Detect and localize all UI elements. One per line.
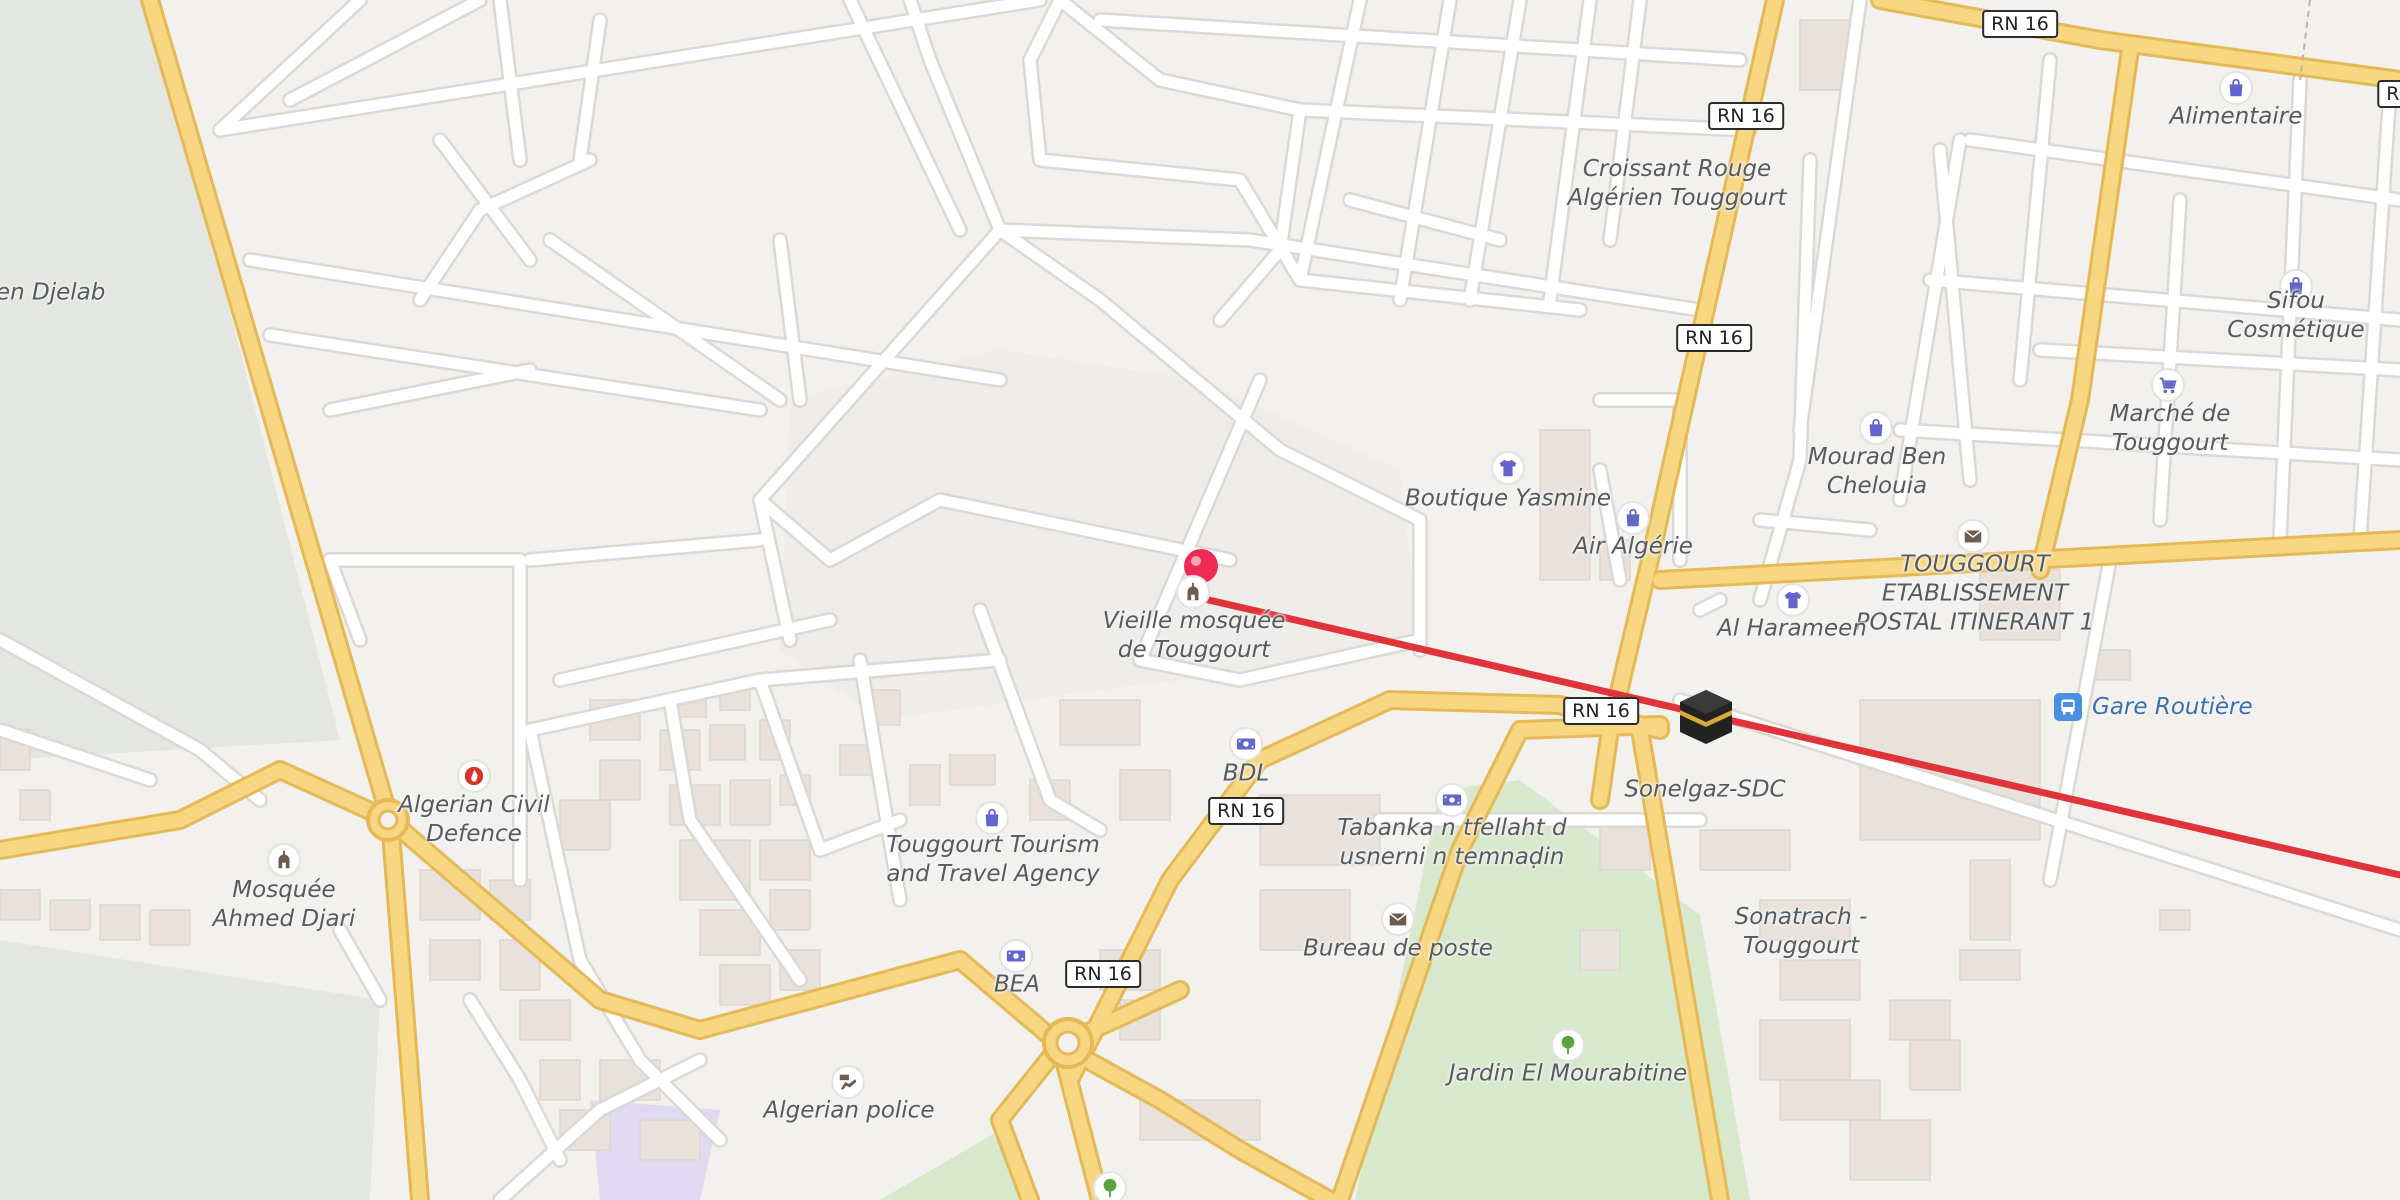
bank-icon[interactable] (1229, 727, 1263, 761)
mosque-icon[interactable] (267, 843, 301, 877)
shopping-bag-icon[interactable] (1859, 411, 1893, 445)
place-label: TOUGGOURT ETABLISSEMENT POSTAL ITINERANT… (1855, 551, 2095, 636)
road-shield: RN (2377, 80, 2400, 108)
road-shield: RN 16 (1065, 960, 1141, 988)
place-label: Marché de Touggourt (2109, 401, 2231, 456)
fire-station-icon[interactable] (457, 759, 491, 793)
place-label: Vieille mosquée de Touggourt (1102, 608, 1286, 663)
road-shield: RN 16 (1676, 324, 1752, 352)
place-label: BDL (1222, 760, 1270, 787)
place-label: BEA (993, 971, 1041, 998)
place-label: Tabanka n tfellaht d usnerni n temnaḍin (1337, 815, 1567, 870)
place-label: Sonatrach - Touggourt (1734, 904, 1868, 959)
bank-icon[interactable] (999, 939, 1033, 973)
place-label: Algerian Civil Defence (398, 792, 550, 847)
place-label: Bureau de poste (1303, 935, 1493, 962)
place-label: en Djelab (0, 279, 106, 306)
place-label: Boutique Yasmine (1404, 485, 1612, 512)
place-label: Al Harameen (1717, 615, 1867, 642)
place-label: Mourad Ben Chelouia (1807, 444, 1947, 499)
place-label: Sonelgaz-SDC (1624, 776, 1786, 803)
bank-icon[interactable] (1435, 783, 1469, 817)
bus-icon[interactable] (2054, 693, 2082, 721)
shopping-bag-icon[interactable] (975, 801, 1009, 835)
place-label: Sifou Cosmétique (2227, 288, 2365, 343)
place-label: Jardin El Mourabitine (1448, 1060, 1688, 1087)
clothes-icon[interactable] (1491, 451, 1525, 485)
park-tree-icon[interactable] (1093, 1171, 1127, 1200)
mail-icon[interactable] (1956, 519, 1990, 553)
mosque-icon[interactable] (1176, 575, 1210, 609)
road-shield: RN 16 (1208, 797, 1284, 825)
road-shield: RN 16 (1563, 697, 1639, 725)
place-label: Mosquée Ahmed Djari (212, 877, 356, 932)
shopping-bag-icon[interactable] (2219, 71, 2253, 105)
shopping-cart-icon[interactable] (2151, 368, 2185, 402)
place-label: Algerian police (763, 1097, 935, 1124)
mail-icon[interactable] (1381, 902, 1415, 936)
clothes-icon[interactable] (1776, 583, 1810, 617)
park-tree-icon[interactable] (1551, 1028, 1585, 1062)
shopping-bag-icon[interactable] (1616, 501, 1650, 535)
place-label: Air Algérie (1573, 533, 1693, 560)
place-label: Croissant Rouge Algérien Touggourt (1567, 156, 1787, 211)
bus-station-label[interactable]: Gare Routière (2092, 694, 2253, 720)
place-label: Touggourt Tourism and Travel Agency (886, 832, 1100, 887)
map-view[interactable]: RN 16 RN 16 RN 16 RN 16 RN 16 RN 16 RN e… (0, 0, 2400, 1200)
road-shield: RN 16 (1982, 10, 2058, 38)
police-icon[interactable] (831, 1065, 865, 1099)
place-label: Alimentaire (2169, 103, 2303, 130)
road-shield: RN 16 (1708, 102, 1784, 130)
